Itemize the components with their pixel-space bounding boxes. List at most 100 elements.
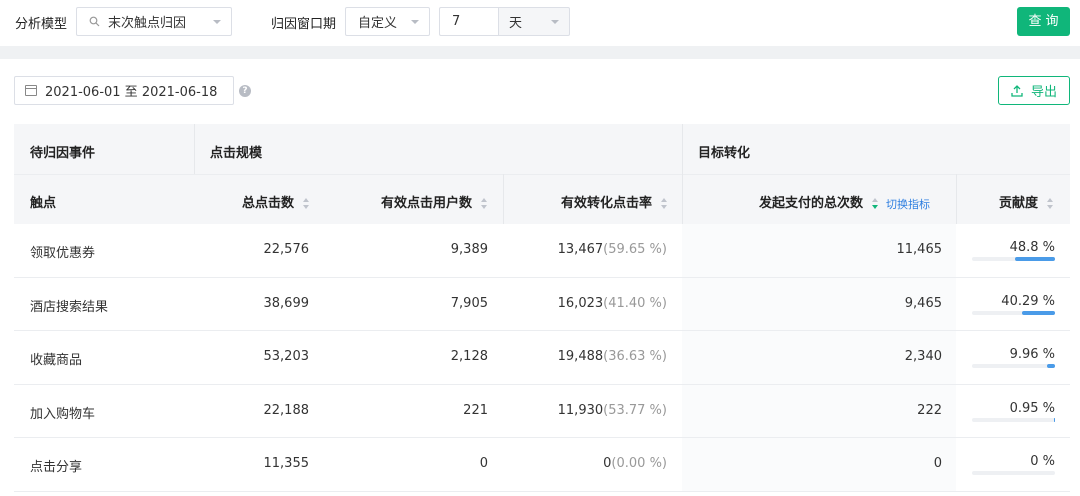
- total-clicks-value: 11,355: [263, 456, 310, 471]
- contribution-bar: [972, 257, 1055, 261]
- conversion-value: 11,930(53.77 %): [510, 403, 667, 418]
- sort-desc-icon[interactable]: [872, 198, 879, 209]
- conversion-value: 16,023(41.40 %): [510, 296, 667, 311]
- column-header-valid-users[interactable]: 有效点击用户数: [320, 192, 488, 211]
- column-divider: [194, 124, 195, 174]
- header-divider: [194, 174, 1070, 175]
- conversion-value: 19,488(36.63 %): [510, 349, 667, 364]
- contribution-bar: [972, 471, 1055, 475]
- export-label: 导出: [1030, 85, 1057, 100]
- touchpoint-name: 领取优惠券: [30, 246, 96, 261]
- payments-value: 0: [933, 456, 942, 471]
- touchpoint-name: 加入购物车: [30, 406, 96, 422]
- column-header-touchpoint: 触点: [30, 196, 57, 211]
- column-divider: [682, 174, 683, 224]
- contribution-bar-fill: [1014, 257, 1055, 261]
- valid-users-value: 2,128: [450, 349, 488, 364]
- column-divider: [956, 174, 957, 224]
- contribution-value: 0.95 %: [1009, 400, 1055, 416]
- conversion-percent: (36.63 %): [603, 349, 667, 364]
- sort-icon[interactable]: [303, 198, 310, 209]
- valid-users-value: 7,905: [450, 295, 488, 311]
- contribution-value: 0 %: [1030, 454, 1055, 469]
- payments-value: 11,465: [896, 242, 943, 257]
- touchpoint-name: 点击分享: [30, 460, 83, 475]
- conversion-count: 19,488: [557, 349, 604, 364]
- contribution-value: 40.29 %: [1001, 293, 1055, 309]
- column-header-label: 有效点击用户数: [380, 196, 472, 211]
- contribution-bar: [972, 417, 1055, 422]
- contribution-bar: [972, 310, 1055, 315]
- window-mode-value: 自定义: [358, 16, 398, 31]
- conversion-percent: (0.00 %): [611, 456, 667, 471]
- column-divider: [682, 124, 683, 174]
- column-header-conversion-rate[interactable]: 有效转化点击率: [510, 192, 668, 211]
- total-clicks-value: 53,203: [263, 349, 310, 364]
- group-header-click-scale: 点击规模: [210, 146, 263, 161]
- window-unit: 天: [509, 16, 523, 31]
- total-clicks-value: 22,576: [263, 242, 310, 257]
- contribution-bar-fill: [1021, 310, 1055, 315]
- valid-users-value: 0: [479, 456, 488, 471]
- sort-icon[interactable]: [1047, 198, 1054, 209]
- chevron-down-icon: [411, 20, 419, 24]
- conversion-value: 13,467(59.65 %): [510, 242, 667, 257]
- conversion-percent: (41.40 %): [603, 295, 667, 311]
- export-button[interactable]: 导出: [998, 76, 1070, 105]
- model-select[interactable]: 末次触点归因: [76, 7, 232, 36]
- column-header-label: 贡献度: [998, 196, 1038, 211]
- window-value-input[interactable]: 7: [439, 7, 499, 36]
- conversion-value: 0(0.00 %): [510, 456, 667, 471]
- contribution-bar-fill: [1054, 417, 1055, 422]
- query-button[interactable]: 查询: [1017, 7, 1070, 36]
- group-header-target-conversion: 目标转化: [698, 146, 751, 161]
- column-header-label: 发起支付的总次数: [758, 196, 863, 211]
- touchpoint-name: 酒店搜索结果: [30, 299, 109, 315]
- contribution-value: 9.96 %: [1009, 347, 1055, 362]
- search-icon: [89, 16, 100, 27]
- contribution-bar-fill: [1046, 364, 1055, 368]
- valid-users-value: 9,389: [450, 242, 488, 257]
- total-clicks-value: 22,188: [263, 402, 310, 418]
- chevron-down-icon: [213, 20, 221, 24]
- window-unit-select[interactable]: 天: [498, 7, 570, 36]
- column-header-total-clicks[interactable]: 总点击数: [200, 192, 310, 211]
- conversion-percent: (59.65 %): [603, 242, 667, 257]
- payments-value: 2,340: [904, 349, 942, 364]
- conversion-count: 16,023: [557, 295, 604, 311]
- date-range-picker[interactable]: 2021-06-01 至 2021-06-18: [14, 76, 234, 105]
- conversion-percent: (53.77 %): [603, 402, 667, 418]
- conversion-count: 11,930: [557, 402, 604, 418]
- column-divider: [503, 174, 504, 224]
- valid-users-value: 221: [463, 402, 488, 418]
- filter-bar: 分析模型 末次触点归因 归因窗口期 自定义 7 天 查询: [0, 0, 1080, 46]
- conversion-count: 13,467: [557, 242, 604, 257]
- payments-value: 9,465: [904, 295, 942, 311]
- window-value: 7: [452, 14, 461, 29]
- window-label: 归因窗口期: [271, 17, 337, 32]
- date-range-value: 2021-06-01 至 2021-06-18: [45, 85, 218, 100]
- sort-icon[interactable]: [661, 198, 668, 209]
- sort-icon[interactable]: [481, 198, 488, 209]
- column-header-label: 总点击数: [241, 196, 294, 211]
- contribution-value: 48.8 %: [1009, 240, 1055, 255]
- payments-value: 222: [917, 402, 942, 418]
- group-header-event: 待归因事件: [30, 146, 96, 161]
- row-divider: [14, 490, 1070, 492]
- total-clicks-value: 38,699: [263, 295, 310, 311]
- column-header-label: 有效转化点击率: [560, 196, 652, 211]
- chevron-down-icon: [551, 20, 559, 24]
- upload-icon: [1011, 84, 1023, 97]
- help-icon[interactable]: ?: [239, 85, 251, 97]
- section-divider: [0, 46, 1080, 59]
- switch-metric-link[interactable]: 切换指标: [886, 198, 930, 211]
- column-header-contribution[interactable]: 贡献度: [970, 192, 1054, 211]
- header-divider: [14, 174, 194, 175]
- touchpoint-name: 收藏商品: [30, 353, 83, 368]
- window-mode-select[interactable]: 自定义: [345, 7, 430, 36]
- model-label: 分析模型: [15, 17, 68, 32]
- calendar-icon: [25, 85, 37, 96]
- column-header-payments[interactable]: 发起支付的总次数 切换指标: [700, 192, 930, 212]
- model-value: 末次触点归因: [108, 16, 187, 31]
- contribution-bar: [972, 364, 1055, 368]
